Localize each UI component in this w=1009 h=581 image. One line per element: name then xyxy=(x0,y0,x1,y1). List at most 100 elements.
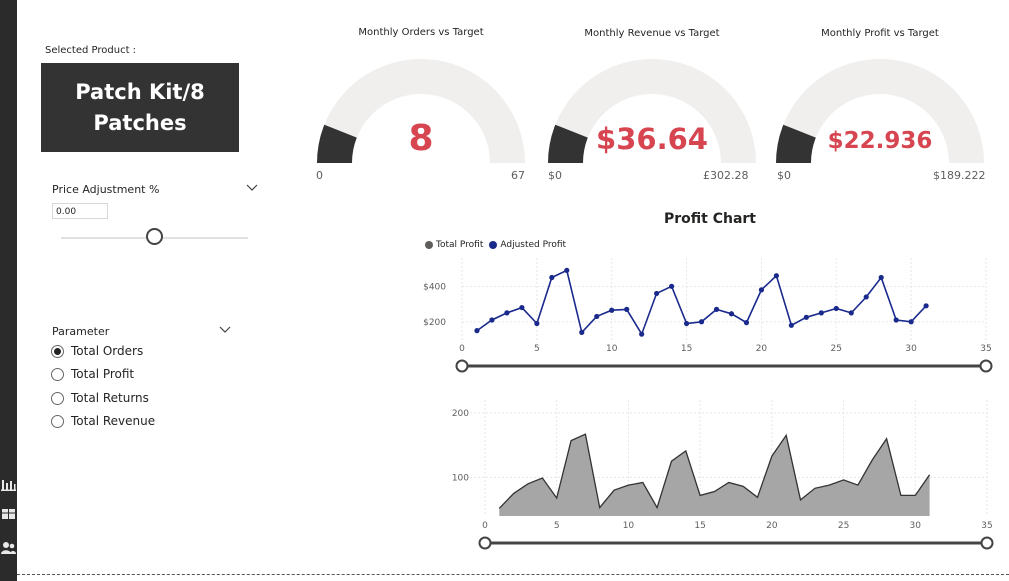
x-tick-label: 5 xyxy=(534,344,540,354)
adjusted-profit-point xyxy=(594,313,600,320)
x-tick-label: 25 xyxy=(838,521,849,531)
adjusted-profit-point xyxy=(788,322,794,328)
data-view-icon[interactable] xyxy=(1,507,16,521)
adjusted-profit-point xyxy=(833,305,839,312)
legend-label-adjusted-profit: Adjusted Profit xyxy=(500,240,567,250)
selected-product-label: Selected Product : xyxy=(45,45,137,56)
adjusted-profit-point xyxy=(848,310,854,316)
gauge-value-profit: $22.936 xyxy=(827,128,933,154)
parameter-option[interactable]: Total Profit xyxy=(51,367,134,381)
adjusted-profit-point xyxy=(609,307,615,313)
adjusted-profit-point xyxy=(863,294,869,300)
y-tick-label: 100 xyxy=(452,473,469,483)
left-nav-rail xyxy=(0,0,17,581)
gauge-title-profit: Monthly Profit vs Target xyxy=(821,28,939,39)
x-tick-label: 25 xyxy=(831,344,842,354)
adjusted-profit-point xyxy=(639,331,645,337)
adjusted-profit-point xyxy=(489,317,495,323)
y-tick-label: $400 xyxy=(423,282,446,292)
adjusted-profit-point xyxy=(743,320,750,326)
chevron-down-icon[interactable] xyxy=(246,184,258,192)
legend-dot-total-profit xyxy=(425,241,433,249)
model-view-icon[interactable] xyxy=(1,541,16,555)
y-tick-label: 200 xyxy=(452,409,469,419)
adjusted-profit-point xyxy=(683,320,690,327)
parameter-option-label: Total Revenue xyxy=(71,414,156,428)
adjusted-profit-point xyxy=(698,319,705,325)
radio-button[interactable] xyxy=(51,414,64,428)
adjusted-profit-point xyxy=(549,274,555,281)
gauge-min-orders: 0 xyxy=(316,169,323,182)
gauge-title-revenue: Monthly Revenue vs Target xyxy=(584,28,720,39)
product-name-line1: Patch Kit/8 xyxy=(75,79,205,104)
parameter-option-label: Total Returns xyxy=(71,391,149,405)
line-range-slider-handle[interactable] xyxy=(979,359,993,373)
x-tick-label: 15 xyxy=(681,344,692,354)
price-slider-thumb[interactable] xyxy=(146,228,163,245)
area-chart: 0 5 10 15 20 25 30 35 200 100 xyxy=(452,400,994,550)
profit-line-chart: 0 5 10 15 20 25 30 35 $400 $200 xyxy=(423,258,993,373)
adjusted-profit-point xyxy=(818,310,824,316)
gauge-max-revenue: £302.28 xyxy=(703,169,749,182)
x-tick-label: 5 xyxy=(554,521,560,531)
adjusted-profit-point xyxy=(923,303,929,309)
parameter-option[interactable]: Total Orders xyxy=(51,344,143,358)
x-tick-label: 20 xyxy=(756,344,768,354)
adjusted-profit-point xyxy=(773,273,779,279)
price-adjustment-title: Price Adjustment % xyxy=(52,183,160,196)
chevron-down-icon[interactable] xyxy=(219,326,231,334)
gauge-max-profit: $189.222 xyxy=(933,169,986,182)
adjusted-profit-point xyxy=(893,317,899,323)
price-adjustment-input[interactable]: 0.00 xyxy=(52,203,108,219)
x-tick-label: 35 xyxy=(981,521,992,531)
parameter-title: Parameter xyxy=(52,325,110,338)
parameter-option[interactable]: Total Returns xyxy=(51,391,149,405)
gauge-min-profit: $0 xyxy=(777,169,791,182)
radio-button[interactable] xyxy=(51,344,64,358)
line-range-slider-handle[interactable] xyxy=(455,359,469,373)
profit-chart-title: Profit Chart xyxy=(663,211,756,227)
area-range-slider-handle[interactable] xyxy=(980,536,994,550)
gauge-max-orders: 67 xyxy=(511,169,525,182)
page-border xyxy=(17,574,1009,575)
x-tick-label: 20 xyxy=(766,521,778,531)
legend-dot-adjusted-profit xyxy=(489,241,498,249)
radio-button[interactable] xyxy=(51,391,64,405)
adjusted-profit-line xyxy=(476,269,927,336)
area-range-slider-handle[interactable] xyxy=(478,536,492,550)
x-tick-label: 30 xyxy=(910,521,922,531)
profit-chart-legend: Total Profit Adjusted Profit xyxy=(425,240,566,250)
adjusted-profit-point xyxy=(669,283,675,289)
adjusted-profit-point xyxy=(519,304,525,311)
legend-label-total-profit: Total Profit xyxy=(436,240,484,250)
x-tick-label: 0 xyxy=(459,344,465,354)
adjusted-profit-point xyxy=(728,311,735,317)
parameter-option-label: Total Profit xyxy=(71,367,135,381)
radio-button[interactable] xyxy=(51,367,64,381)
adjusted-profit-point xyxy=(908,319,914,325)
gauge-title-orders: Monthly Orders vs Target xyxy=(358,27,484,38)
selected-product-card: Patch Kit/8 Patches xyxy=(41,63,239,152)
x-tick-label: 0 xyxy=(482,521,488,531)
adjusted-profit-point xyxy=(474,328,480,334)
x-tick-label: 10 xyxy=(606,344,618,354)
report-view-icon[interactable] xyxy=(1,477,16,491)
adjusted-profit-point xyxy=(654,290,660,297)
adjusted-profit-point xyxy=(504,310,510,316)
adjusted-profit-point xyxy=(878,274,884,281)
y-tick-label: $200 xyxy=(423,318,446,328)
adjusted-profit-point xyxy=(803,314,809,320)
product-name-line2: Patches xyxy=(93,110,187,135)
x-tick-label: 15 xyxy=(694,521,705,531)
parameter-option[interactable]: Total Revenue xyxy=(51,414,155,428)
adjusted-profit-point xyxy=(758,287,765,293)
x-tick-label: 35 xyxy=(980,344,991,354)
adjusted-profit-point xyxy=(713,306,720,312)
adjusted-profit-point xyxy=(534,320,540,327)
area-fill xyxy=(499,434,930,516)
gauge-value-orders: 8 xyxy=(408,118,434,159)
adjusted-profit-point xyxy=(579,329,585,335)
parameter-option-label: Total Orders xyxy=(71,344,144,358)
gauge-min-revenue: $0 xyxy=(548,169,562,182)
gauge-value-revenue: $36.64 xyxy=(596,122,708,156)
